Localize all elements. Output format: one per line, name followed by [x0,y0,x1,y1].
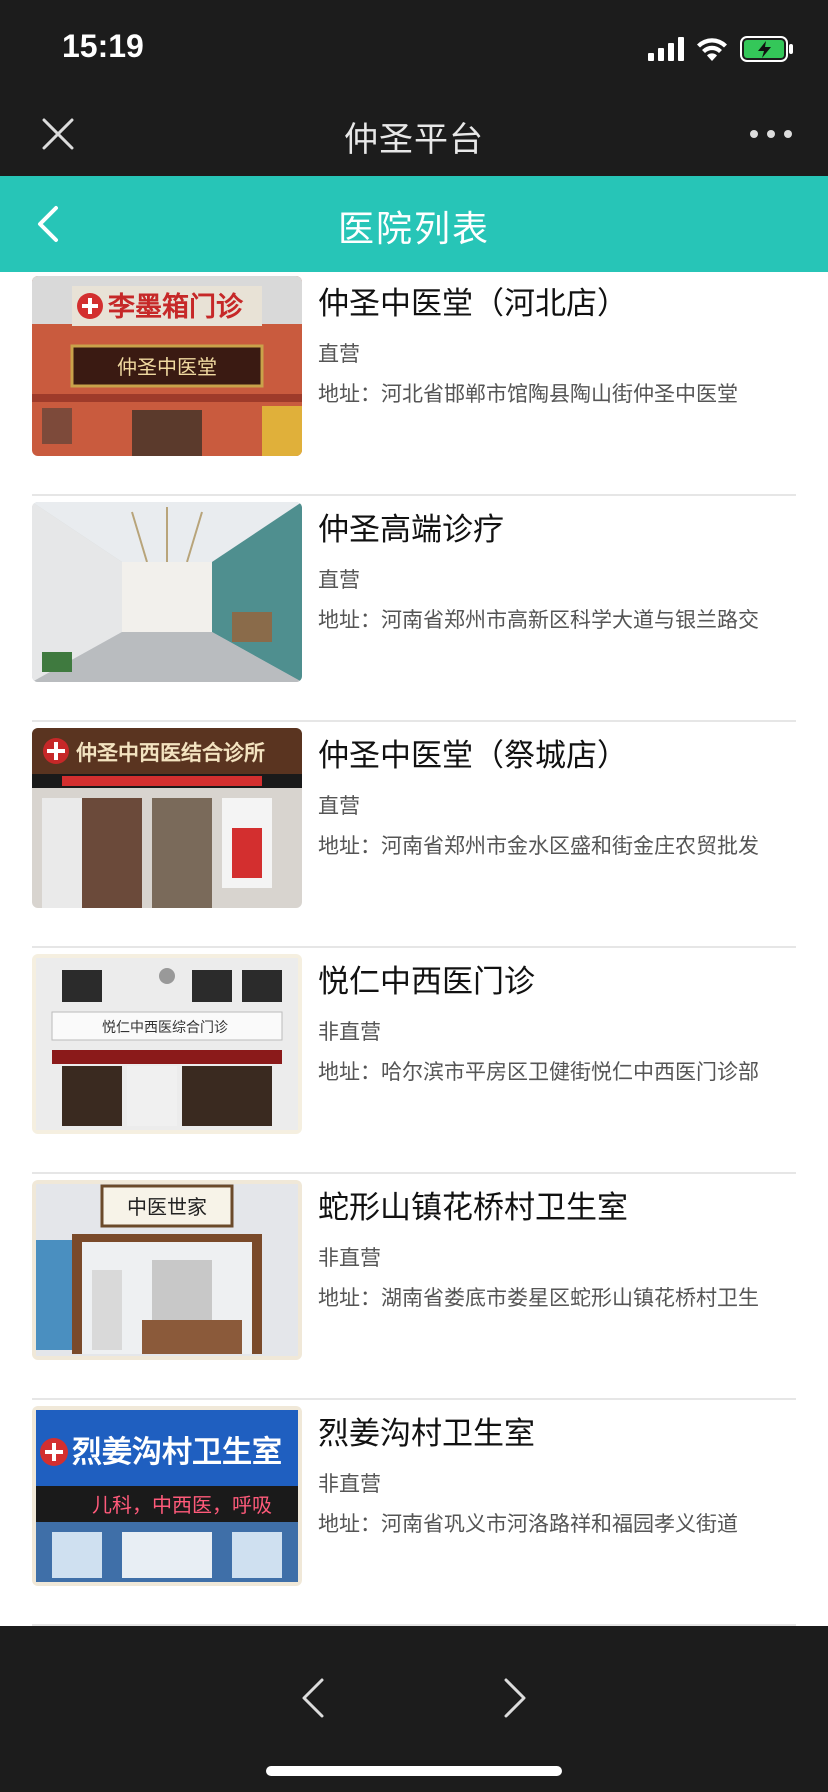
status-time: 15:19 [62,28,144,64]
hospital-name: 仲圣高端诊疗 [318,512,504,548]
home-indicator[interactable] [266,1766,562,1776]
page-header: 医院列表 [0,176,828,272]
page-title: 医院列表 [337,209,490,250]
webview-title: 仲圣平台 [344,120,484,160]
wifi-icon [697,38,727,61]
hospital-list-item[interactable]: 中医世家 蛇形山镇花桥村卫生室 非直营 地址：湖南省娄底市娄星区蛇形山镇花桥村卫… [32,1174,796,1400]
hospital-name: 仲圣中医堂（河北店） [318,286,628,322]
browser-back-icon[interactable] [298,1676,328,1720]
hospital-photo: 仲圣中西医结合诊所 [32,728,302,908]
sub-sign-text: 仲圣中医堂 [117,355,217,379]
hospital-photo: 中医世家 [32,1180,302,1360]
status-bar: 15:19 [0,0,828,92]
hospital-name: 仲圣中医堂（祭城店） [318,738,628,774]
hospital-name: 烈姜沟村卫生室 [318,1416,535,1452]
hospital-photo: 李墨箱门诊 仲圣中医堂 [32,276,302,456]
sign-text: 李墨箱门诊 [107,291,244,323]
hospital-photo: 悦仁中西医综合门诊 [32,954,302,1134]
hospital-address: 地址：河南省巩义市河洛路祥和福园孝义街道 [318,1512,738,1536]
hospital-list-item[interactable]: 烈姜沟村卫生室 儿科，中西医，呼吸 烈姜沟村卫生室 非直营 地址：河南省巩义市河… [32,1400,796,1626]
webview-title-bar: 仲圣平台 [0,92,828,176]
hospital-address: 地址：河南省郑州市金水区盛和街金庄农贸批发 [318,834,759,858]
hospital-list-item[interactable]: 仲圣高端诊疗 直营 地址：河南省郑州市高新区科学大道与银兰路交 [32,496,796,722]
sign-text: 中医世家 [127,1195,207,1219]
hospital-address: 地址：哈尔滨市平房区卫健街悦仁中西医门诊部 [318,1060,759,1084]
sign-text: 仲圣中西医结合诊所 [76,741,265,765]
browser-forward-icon[interactable] [500,1676,530,1720]
hospital-photo [32,502,302,682]
hospital-name: 悦仁中西医门诊 [318,964,535,1000]
hospital-address: 地址：河南省郑州市高新区科学大道与银兰路交 [318,608,759,632]
hospital-address: 地址：湖南省娄底市娄星区蛇形山镇花桥村卫生 [318,1286,759,1310]
sign-text: 悦仁中西医综合门诊 [102,1020,228,1036]
hospital-list-item[interactable]: 悦仁中西医综合门诊 悦仁中西医门诊 非直营 地址：哈尔滨市平房区卫健街悦仁中西医… [32,948,796,1174]
hospital-list: 李墨箱门诊 仲圣中医堂 仲圣中医堂（河北店） 直营 地址：河北省邯郸市馆陶县陶山… [0,272,828,1626]
more-options-icon[interactable] [750,130,792,138]
hospital-type: 直营 [318,342,360,366]
hospital-type: 直营 [318,568,360,592]
hospital-type: 直营 [318,794,360,818]
signal-icon [648,37,684,61]
hospital-list-item[interactable]: 李墨箱门诊 仲圣中医堂 仲圣中医堂（河北店） 直营 地址：河北省邯郸市馆陶县陶山… [32,272,796,496]
hospital-type: 非直营 [318,1472,381,1496]
sign-text: 烈姜沟村卫生室 [72,1435,282,1470]
hospital-photo: 烈姜沟村卫生室 儿科，中西医，呼吸 [32,1406,302,1586]
hospital-type: 非直营 [318,1020,381,1044]
status-icons [648,34,794,64]
hospital-type: 非直营 [318,1246,381,1270]
battery-charging-icon [740,36,793,62]
hospital-name: 蛇形山镇花桥村卫生室 [318,1190,628,1226]
hospital-address: 地址：河北省邯郸市馆陶县陶山街仲圣中医堂 [318,382,738,406]
hospital-list-item[interactable]: 仲圣中西医结合诊所 仲圣中医堂（祭城店） 直营 地址：河南省郑州市金水区盛和街金… [32,722,796,948]
led-text: 儿科，中西医，呼吸 [92,1493,272,1517]
bottom-navigation-bar [0,1626,828,1792]
